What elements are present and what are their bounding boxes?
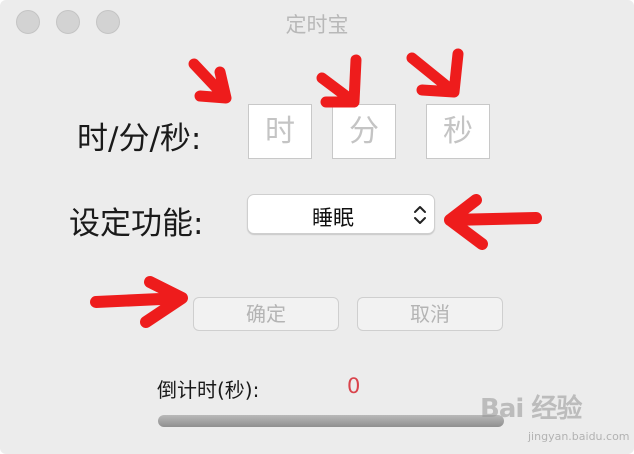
annotation-arrow-icon bbox=[444, 194, 542, 250]
cancel-button[interactable]: 取消 bbox=[357, 297, 503, 331]
annotation-arrow-icon bbox=[90, 276, 188, 328]
minute-input[interactable] bbox=[332, 104, 396, 159]
countdown-progress-bar bbox=[158, 415, 504, 427]
hour-input[interactable] bbox=[248, 104, 312, 159]
second-input[interactable] bbox=[426, 104, 490, 159]
time-row-label: 时/分/秒: bbox=[77, 121, 202, 157]
baidu-jingyan-watermark: Bai 经验 jingyan.baidu.com bbox=[480, 380, 630, 450]
app-window: 定时宝 时/分/秒: 设定功能: 睡眠 确定 取消 倒计时(秒): 0 Bai … bbox=[0, 0, 634, 454]
countdown-value: 0 bbox=[347, 374, 361, 398]
window-title: 定时宝 bbox=[285, 13, 349, 37]
watermark-brand: Bai 经验 bbox=[480, 394, 582, 424]
watermark-url: jingyan.baidu.com bbox=[528, 430, 630, 443]
updown-chevron-icon bbox=[414, 206, 426, 224]
title-bar: 定时宝 bbox=[0, 0, 634, 44]
function-select-value: 睡眠 bbox=[312, 206, 354, 230]
annotation-arrow-icon bbox=[406, 48, 464, 98]
function-select[interactable]: 睡眠 bbox=[247, 194, 435, 234]
function-row-label: 设定功能: bbox=[69, 206, 204, 242]
confirm-button[interactable]: 确定 bbox=[193, 297, 339, 331]
countdown-label: 倒计时(秒): bbox=[157, 378, 260, 402]
